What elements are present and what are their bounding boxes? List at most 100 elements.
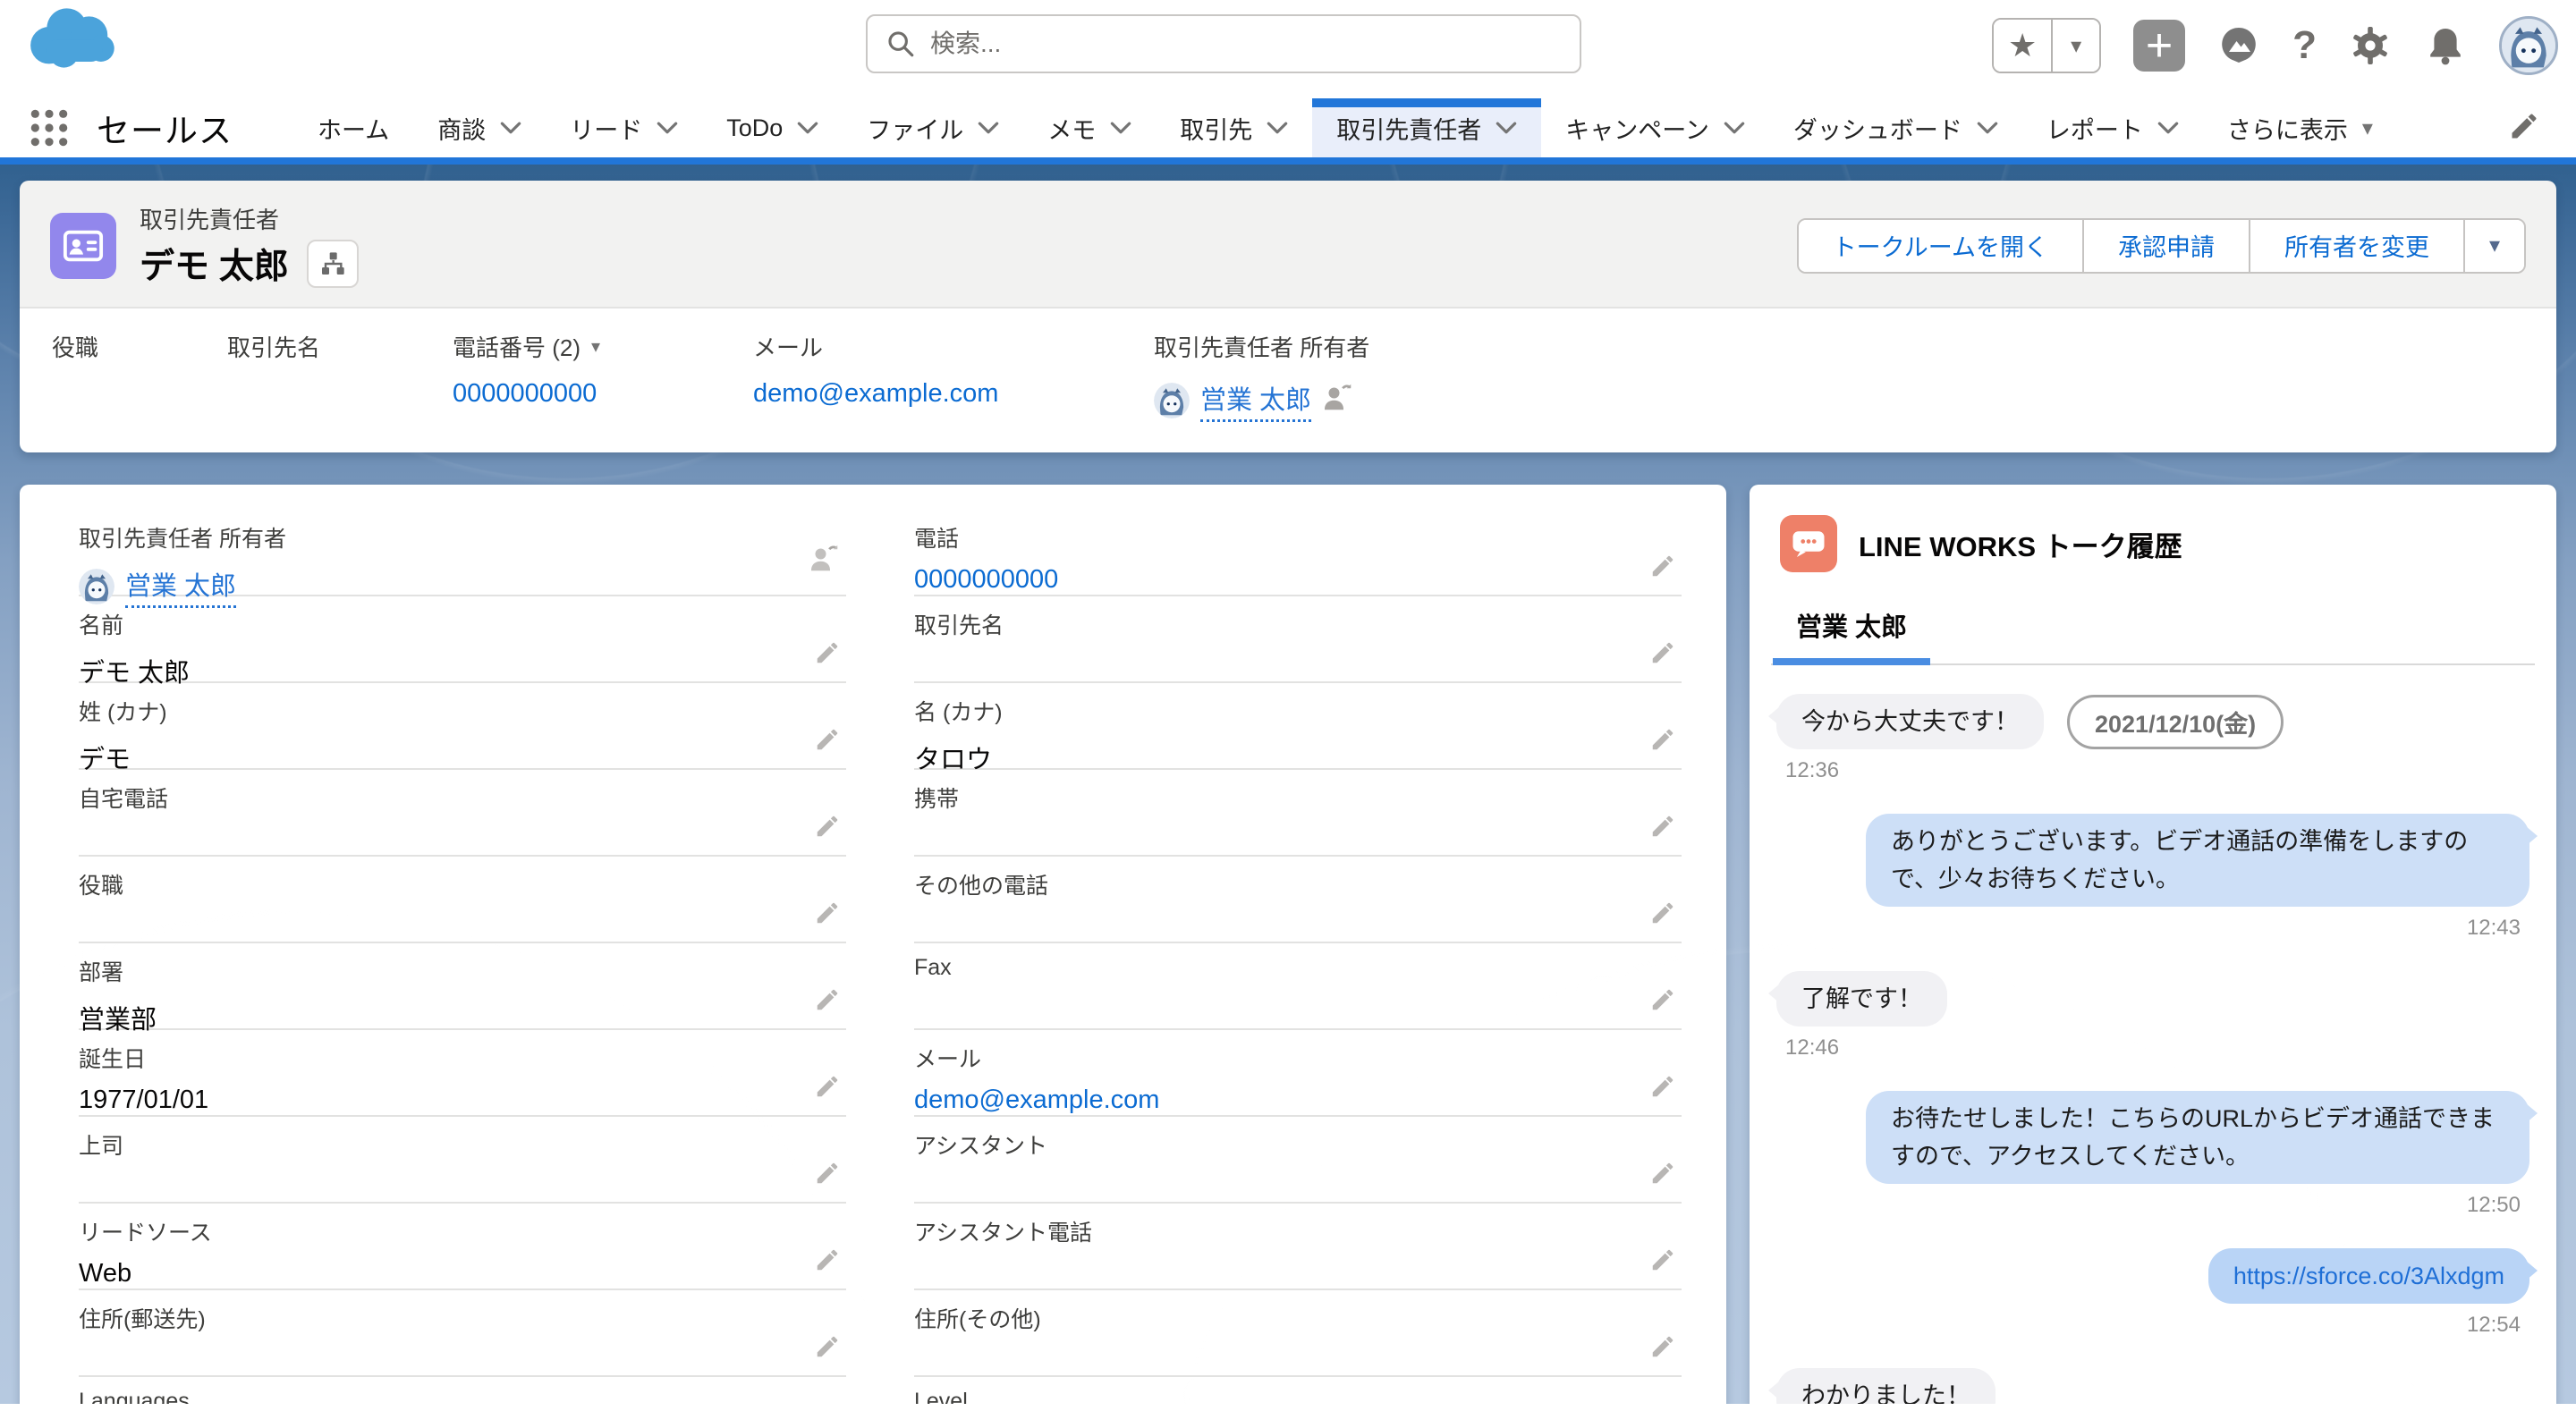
tab-tasks[interactable]: ToDo — [702, 98, 843, 157]
owner-link[interactable]: 営業 太郎 — [1200, 379, 1311, 422]
email-link[interactable]: demo@example.com — [914, 1086, 1159, 1114]
field-languages: Languages — [79, 1377, 846, 1404]
edit-field-icon[interactable] — [1649, 1333, 1676, 1365]
chat-message: 了解です！ 12:46 — [1776, 971, 2529, 1060]
global-header: ★ ▾ + ? — [0, 0, 2576, 98]
message-time: 12:43 — [1776, 916, 2521, 941]
hierarchy-button[interactable] — [307, 240, 359, 288]
phone-link[interactable]: 0000000000 — [453, 379, 597, 408]
message-time: 12:50 — [1776, 1193, 2521, 1218]
field-contact-owner: 取引先責任者 所有者 営業 太郎 — [79, 510, 846, 596]
chat-tab-partner[interactable]: 営業 太郎 — [1773, 606, 1930, 665]
favorites-control: ★ ▾ — [1992, 18, 2101, 73]
edit-field-icon[interactable] — [1649, 553, 1676, 584]
tab-home[interactable]: ホーム — [293, 98, 413, 157]
app-launcher-icon[interactable] — [29, 107, 70, 148]
chat-url-link[interactable]: https://sforce.co/3Alxdgm — [2233, 1263, 2504, 1289]
phone-dropdown-icon[interactable]: ▾ — [591, 335, 600, 358]
edit-field-icon[interactable] — [814, 1073, 841, 1104]
highlight-email: メール demo@example.com — [753, 330, 1154, 422]
edit-field-icon[interactable] — [1649, 900, 1676, 931]
field-level: Level — [914, 1377, 1682, 1404]
edit-field-icon[interactable] — [814, 813, 841, 844]
nav-edit-pencil-icon[interactable] — [2508, 110, 2540, 147]
field-reports-to: 上司 — [79, 1117, 846, 1204]
user-avatar[interactable] — [2499, 16, 2558, 75]
field-email: メール demo@example.com — [914, 1030, 1682, 1117]
record-highlights-card: 取引先責任者 デモ 太郎 — [20, 181, 2556, 452]
notifications-bell-icon[interactable] — [2424, 24, 2467, 67]
more-caret-icon: ▾ — [2362, 115, 2373, 141]
chat-message-list: 今から大丈夫です！ 2021/12/10(金) 12:36 ありがとうございます… — [1771, 665, 2535, 1404]
tab-reports[interactable]: レポート — [2022, 98, 2203, 157]
change-owner-icon[interactable] — [809, 542, 841, 579]
field-last-name-kana: 姓 (カナ) デモ — [79, 683, 846, 770]
edit-field-icon[interactable] — [814, 639, 841, 671]
search-input[interactable] — [930, 30, 1562, 58]
tab-leads[interactable]: リード — [546, 98, 702, 157]
field-other-address: 住所(その他) — [914, 1290, 1682, 1377]
salesforce-logo-icon — [27, 5, 122, 75]
tab-contacts-active[interactable]: 取引先責任者 — [1312, 98, 1541, 157]
entity-label: 取引先責任者 — [140, 202, 359, 235]
submit-for-approval-button[interactable]: 承認申請 — [2084, 220, 2250, 272]
phone-link[interactable]: 0000000000 — [914, 565, 1058, 594]
chevron-down-icon — [500, 122, 521, 135]
tab-opportunities[interactable]: 商談 — [413, 98, 546, 157]
message-time: 12:46 — [1785, 1035, 2529, 1060]
chat-message: 今から大丈夫です！ 2021/12/10(金) 12:36 — [1776, 694, 2529, 783]
field-account-name: 取引先名 — [914, 596, 1682, 683]
record-action-group: トークルームを開く 承認申請 所有者を変更 ▾ — [1797, 218, 2526, 274]
edit-field-icon[interactable] — [814, 1160, 841, 1191]
edit-field-icon[interactable] — [814, 726, 841, 757]
edit-field-icon[interactable] — [1649, 986, 1676, 1018]
field-department: 部署 営業部 — [79, 943, 846, 1030]
chevron-down-icon — [1977, 122, 1998, 135]
edit-field-icon[interactable] — [1649, 1073, 1676, 1104]
contact-entity-icon — [50, 213, 116, 279]
global-search — [866, 14, 1581, 73]
edit-field-icon[interactable] — [814, 1246, 841, 1278]
email-link[interactable]: demo@example.com — [753, 379, 998, 408]
edit-field-icon[interactable] — [814, 900, 841, 931]
global-add-icon[interactable]: + — [2133, 20, 2185, 72]
more-actions-dropdown-icon[interactable]: ▾ — [2465, 220, 2524, 272]
setup-gear-icon[interactable] — [2349, 24, 2392, 67]
chat-message: わかりました！ 12:57 — [1776, 1368, 2529, 1404]
edit-field-icon[interactable] — [1649, 813, 1676, 844]
chevron-down-icon — [1724, 122, 1745, 135]
tab-dashboards[interactable]: ダッシュボード — [1769, 98, 2022, 157]
chevron-down-icon — [657, 122, 678, 135]
search-icon — [886, 29, 916, 59]
header-actions: ★ ▾ + ? — [1992, 16, 2558, 75]
edit-field-icon[interactable] — [814, 1333, 841, 1365]
field-mailing-address: 住所(郵送先) — [79, 1290, 846, 1377]
app-nav-bar: セールス ホーム 商談 リード ToDo ファイル メモ — [0, 98, 2576, 165]
help-icon[interactable]: ? — [2292, 23, 2317, 68]
tab-notes[interactable]: メモ — [1023, 98, 1156, 157]
edit-field-icon[interactable] — [1649, 1246, 1676, 1278]
open-talk-room-button[interactable]: トークルームを開く — [1799, 220, 2084, 272]
trailhead-icon[interactable] — [2217, 24, 2260, 67]
tab-files[interactable]: ファイル — [843, 98, 1023, 157]
chevron-down-icon — [2157, 122, 2179, 135]
tab-more[interactable]: さらに表示 ▾ — [2203, 98, 2397, 157]
chat-date-chip: 2021/12/10(金) — [2067, 695, 2284, 749]
favorites-dropdown-icon[interactable]: ▾ — [2053, 20, 2099, 72]
tab-campaigns[interactable]: キャンペーン — [1541, 98, 1769, 157]
highlight-phone: 電話番号 (2) ▾ 0000000000 — [453, 330, 753, 422]
favorite-star-icon[interactable]: ★ — [1994, 20, 2053, 72]
edit-field-icon[interactable] — [1649, 1160, 1676, 1191]
edit-field-icon[interactable] — [1649, 726, 1676, 757]
field-name: 名前 デモ 太郎 — [79, 596, 846, 683]
tab-accounts[interactable]: 取引先 — [1156, 98, 1312, 157]
field-mobile: 携帯 — [914, 770, 1682, 857]
chat-header: LINE WORKS トーク履歴 — [1771, 508, 2535, 572]
owner-avatar — [1154, 383, 1190, 418]
edit-field-icon[interactable] — [814, 986, 841, 1018]
edit-field-icon[interactable] — [1649, 639, 1676, 671]
highlights-panel: 役職 取引先名 電話番号 (2) ▾ 0000000000 メール demo — [20, 307, 2556, 452]
change-owner-button[interactable]: 所有者を変更 — [2250, 220, 2465, 272]
app-name[interactable]: セールス — [97, 104, 233, 152]
change-owner-icon[interactable] — [1322, 381, 1354, 420]
